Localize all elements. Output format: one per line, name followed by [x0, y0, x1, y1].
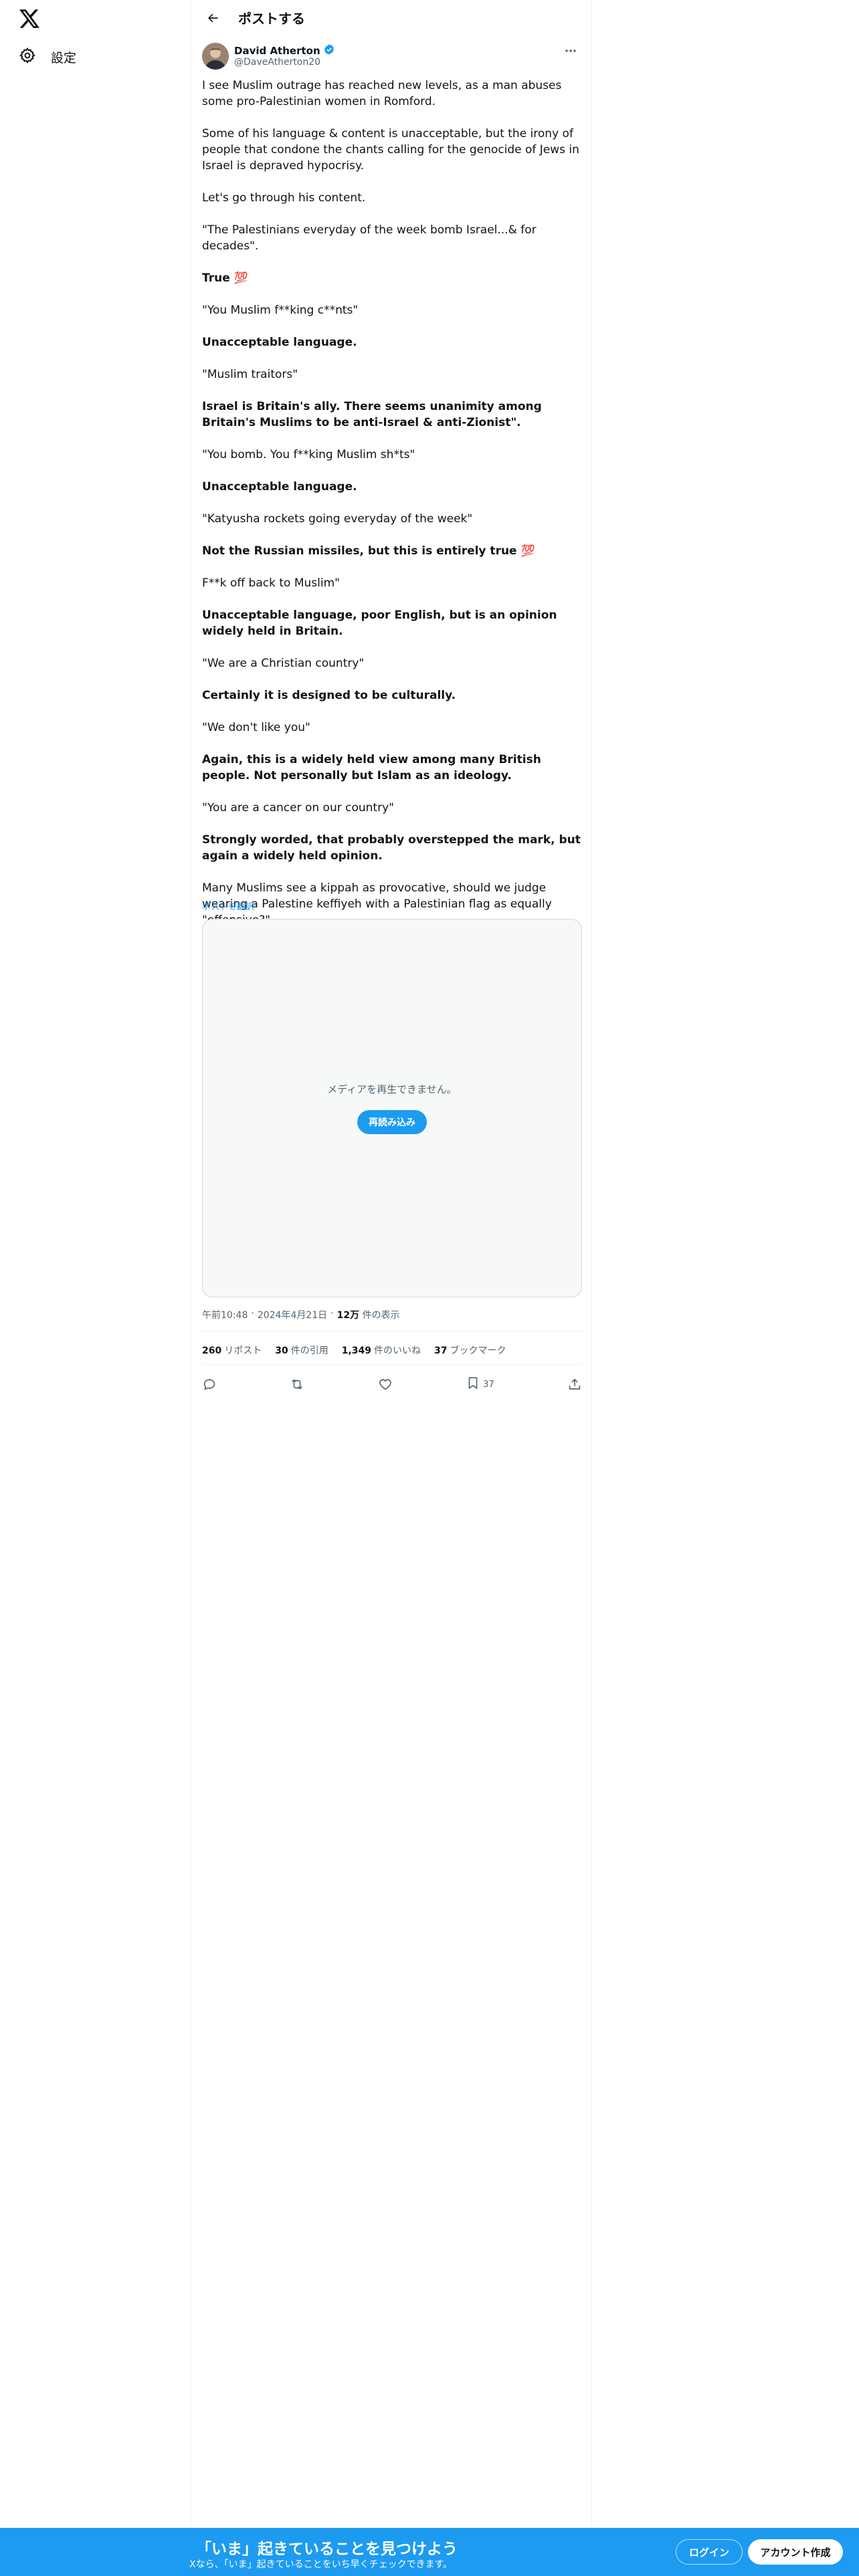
author-row: David Atherton @DaveAtherton20 — [202, 43, 581, 71]
action-bar: 37 — [202, 1372, 582, 1396]
views-label: 件の表示 — [362, 1310, 400, 1321]
tweet-meta: 午前10:48 · 2024年4月21日 · 12万 件の表示 — [202, 1308, 400, 1321]
settings-label: 設定 — [51, 50, 77, 66]
tweet-paragraph: "We are a Christian country" — [202, 657, 365, 670]
views: 12万 件の表示 — [337, 1308, 400, 1321]
like-icon[interactable] — [378, 1377, 393, 1392]
quotes-stat[interactable]: 30 件の引用 — [275, 1344, 328, 1357]
signup-button[interactable]: アカウント作成 — [748, 2539, 843, 2565]
login-banner: 「いま」起きていることを見つけよう Xなら、「いま」起きていることをいち早くチェ… — [0, 2528, 859, 2576]
tweet-paragraph: Unacceptable language. — [202, 336, 357, 349]
verified-badge-icon — [323, 43, 335, 58]
reload-button[interactable]: 再読み込み — [357, 1110, 427, 1134]
meta-separator: · — [251, 1308, 254, 1319]
engagement-stats: 260 リポスト 30 件の引用 1,349 件のいいね 37 ブックマーク — [202, 1344, 506, 1357]
author-name-row: David Atherton — [234, 43, 335, 58]
gear-icon — [19, 47, 36, 67]
meta-separator: · — [330, 1308, 334, 1319]
author-handle[interactable]: @DaveAtherton20 — [234, 57, 320, 68]
main-column: ポストする David Atherton @DaveAtherton20 I s… — [191, 0, 592, 2528]
tweet-paragraph: "Katyusha rockets going everyday of the … — [202, 512, 473, 526]
tweet-paragraph: F**k off back to Muslim" — [202, 576, 340, 590]
bookmark-count: 37 — [483, 1379, 494, 1390]
more-options-icon[interactable] — [561, 43, 581, 59]
tweet-paragraph: Unacceptable language. — [202, 480, 357, 494]
author-name[interactable]: David Atherton — [234, 45, 320, 57]
top-bar: ポストする — [191, 0, 591, 35]
bookmarks-stat[interactable]: 37 ブックマーク — [434, 1344, 506, 1357]
banner-subtitle: Xなら、「いま」起きていることをいち早くチェックできます。 — [189, 2559, 453, 2570]
tweet-paragraph: True 💯 — [202, 272, 248, 285]
tweet-paragraph: "Muslim traitors" — [202, 368, 298, 381]
tweet-paragraph: Israel is Britain's ally. There seems un… — [202, 400, 542, 429]
tweet-text: I see Muslim outrage has reached new lev… — [202, 78, 582, 928]
bookmark-icon — [466, 1376, 480, 1393]
tweet-paragraph: Some of his language & content is unacce… — [202, 127, 579, 173]
tweet-paragraph: Unacceptable language, poor English, but… — [202, 609, 557, 638]
reposts-stat[interactable]: 260 リポスト — [202, 1344, 262, 1357]
left-sidebar: 設定 — [0, 0, 191, 2576]
likes-stat[interactable]: 1,349 件のいいね — [342, 1344, 421, 1357]
sidebar-item-settings[interactable]: 設定 — [19, 47, 76, 67]
tweet-paragraph: Let's go through his content. — [202, 191, 366, 205]
login-button[interactable]: ログイン — [676, 2539, 743, 2565]
tweet-date[interactable]: 2024年4月21日 — [258, 1308, 327, 1321]
share-icon[interactable] — [567, 1377, 582, 1392]
repost-icon[interactable] — [290, 1377, 304, 1392]
avatar[interactable] — [202, 43, 229, 70]
tweet-paragraph: "You Muslim f**king c**nts" — [202, 304, 359, 317]
tweet-paragraph: I see Muslim outrage has reached new lev… — [202, 79, 562, 108]
tweet-paragraph: Not the Russian missiles, but this is en… — [202, 544, 535, 558]
media-container: メディアを再生できません。 再読み込み — [202, 919, 582, 1297]
divider — [202, 1364, 582, 1365]
views-count: 12万 — [337, 1310, 360, 1321]
tweet-paragraph: Again, this is a widely held view among … — [202, 753, 541, 782]
tweet-time[interactable]: 午前10:48 — [202, 1308, 248, 1321]
translate-link[interactable]: ポストを翻訳 — [202, 899, 254, 912]
page-title: ポストする — [238, 11, 305, 27]
tweet-paragraph: "You bomb. You f**king Muslim sh*ts" — [202, 448, 415, 461]
x-logo-icon[interactable] — [17, 7, 41, 31]
bookmark-button[interactable]: 37 — [466, 1376, 494, 1393]
tweet-paragraph: Certainly it is designed to be culturall… — [202, 689, 456, 702]
tweet-paragraph: "You are a cancer on our country" — [202, 801, 394, 815]
back-arrow-icon[interactable] — [201, 6, 225, 30]
tweet-paragraph: "The Palestinians everyday of the week b… — [202, 223, 537, 253]
tweet-paragraph: "We don't like you" — [202, 721, 310, 734]
tweet-paragraph: Strongly worded, that probably overstepp… — [202, 833, 581, 863]
media-error-message: メディアを再生できません。 — [327, 1083, 457, 1095]
banner-title: 「いま」起きていることを見つけよう — [196, 2541, 458, 2558]
reply-icon[interactable] — [202, 1377, 217, 1392]
